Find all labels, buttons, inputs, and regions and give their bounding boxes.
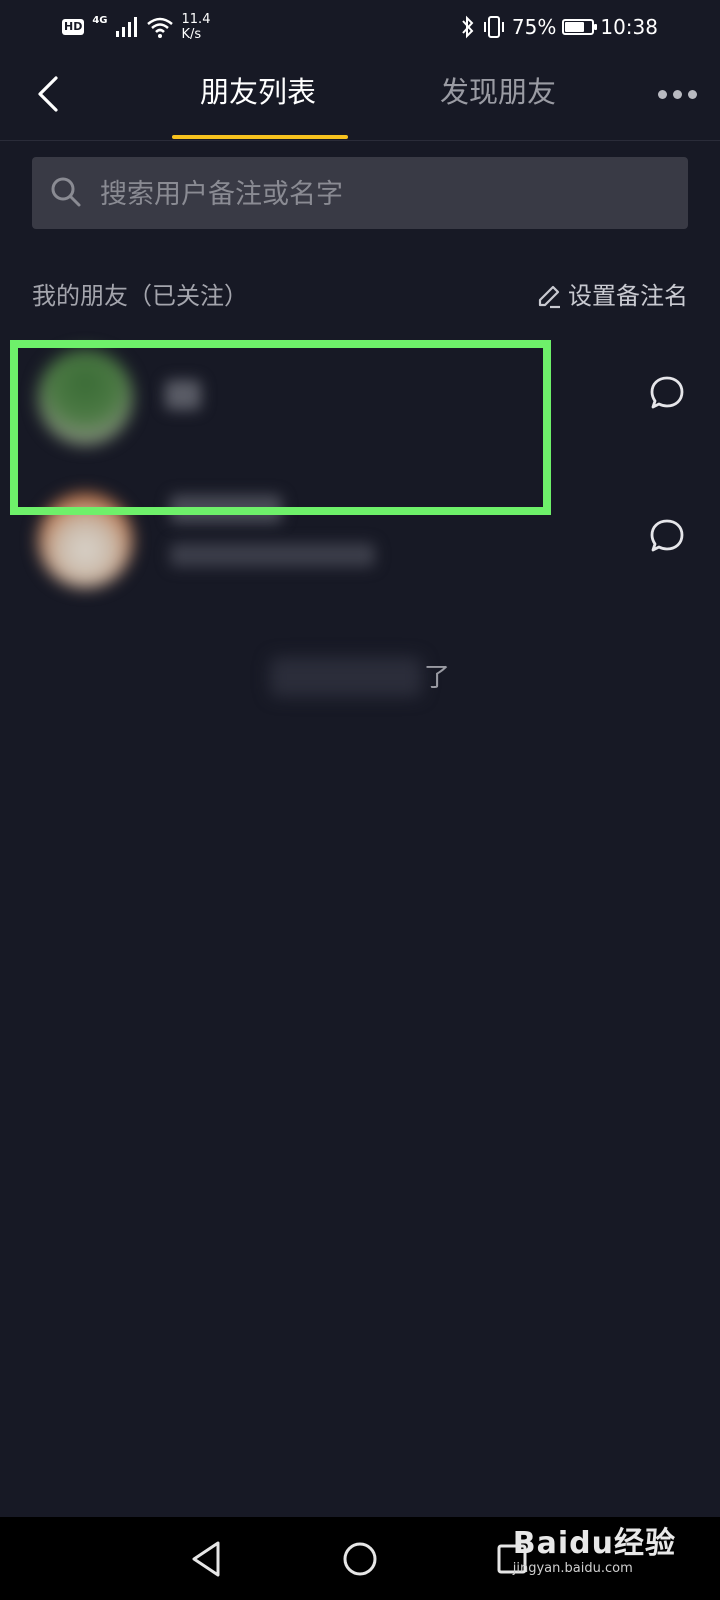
battery-icon [562, 19, 598, 35]
signal-icon [115, 17, 137, 37]
watermark: Baidu经验 jingyan.baidu.com [513, 1527, 676, 1577]
set-remark-label: 设置备注名 [568, 282, 688, 310]
section-title: 我的朋友（已关注） [32, 282, 248, 310]
highlight-box [10, 340, 551, 515]
search-icon [51, 177, 81, 207]
system-nav-bar: Baidu经验 jingyan.baidu.com [0, 1517, 720, 1600]
search-bar[interactable] [32, 157, 688, 231]
more-dot-icon [672, 89, 682, 99]
chat-bubble-icon [650, 519, 684, 552]
message-button[interactable] [644, 513, 690, 559]
active-tab-indicator [172, 135, 348, 139]
battery-fill [565, 22, 585, 32]
pencil-icon [538, 285, 560, 309]
friend-subtitle-blurred [170, 543, 375, 567]
clock: 10:38 [600, 15, 658, 39]
tab-friend-list[interactable]: 朋友列表 [200, 70, 316, 114]
wifi-icon [146, 17, 173, 38]
bluetooth-icon [462, 15, 474, 39]
watermark-logo: Baidu经验 [512, 1526, 676, 1561]
watermark-url: jingyan.baidu.com [512, 1561, 633, 1576]
chevron-left-icon [38, 76, 58, 112]
more-dot-icon [687, 89, 697, 99]
tab-discover-friends[interactable]: 发现朋友 [440, 70, 556, 114]
more-button[interactable] [652, 74, 702, 114]
top-nav: 朋友列表 发现朋友 [0, 52, 720, 141]
hd-badge: HD [62, 19, 85, 35]
nav-home-button[interactable] [332, 1533, 388, 1585]
status-bar: HD 4G 11.4 K/s 75% 10:38 [0, 0, 720, 52]
circle-home-icon [343, 1542, 377, 1576]
chat-bubble-icon [650, 376, 684, 409]
nav-back-button[interactable] [178, 1533, 234, 1585]
search-input[interactable] [98, 157, 682, 231]
net-speed: 11.4 K/s [181, 12, 211, 42]
message-button[interactable] [644, 370, 690, 416]
back-button[interactable] [20, 66, 76, 122]
vibrate-icon [483, 16, 504, 38]
set-remark-button[interactable]: 设置备注名 [536, 278, 688, 314]
more-dot-icon [657, 89, 667, 99]
end-text-blurred [270, 657, 422, 697]
triangle-back-icon [192, 1541, 220, 1577]
network-type: 4G [92, 14, 108, 26]
battery-percent: 75% [511, 15, 557, 39]
